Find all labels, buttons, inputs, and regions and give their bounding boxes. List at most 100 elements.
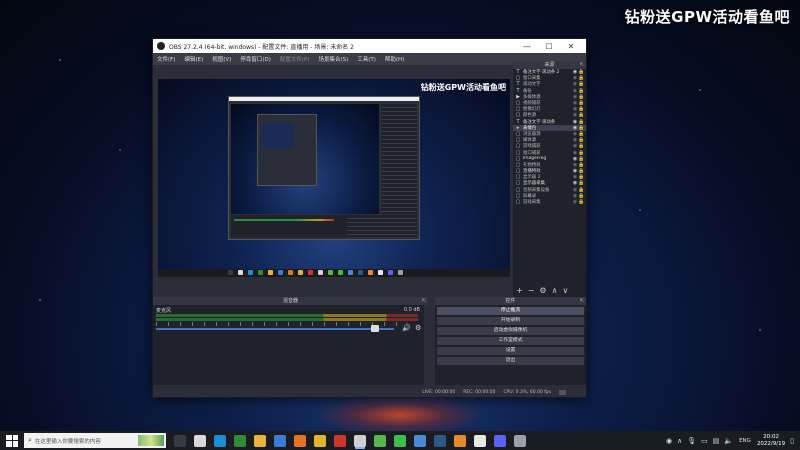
eye-icon[interactable]: ◉ [572, 137, 578, 143]
obs-preview[interactable]: 钻粉送GPW活动看鱼吧 [158, 79, 510, 277]
source-item[interactable]: ▢ 礼物特效 ◉ 🔒 [513, 162, 586, 168]
source-item[interactable]: ▢ 显示器采集 ◉ 🔒 [513, 180, 586, 186]
lock-icon[interactable]: 🔒 [578, 168, 584, 174]
source-item[interactable]: ▢ 显示器 2 ◉ 🔒 [513, 174, 586, 180]
eye-icon[interactable]: ◉ [572, 162, 578, 168]
speaker-icon[interactable]: 🔊 [402, 324, 411, 332]
menu-item-0[interactable]: 文件(F) [157, 55, 175, 63]
lock-icon[interactable]: 🔒 [578, 174, 584, 180]
lock-icon[interactable]: 🔒 [578, 106, 584, 112]
lock-icon[interactable]: 🔒 [578, 94, 584, 100]
source-item[interactable]: ▢ 游戏采集 ◉ 🔒 [513, 199, 586, 205]
eye-icon[interactable]: ◉ [572, 100, 578, 106]
eye-icon[interactable]: ◉ [572, 94, 578, 100]
menu-item-7[interactable]: 帮助(H) [385, 55, 404, 63]
menu-item-4[interactable]: 配置文件(P) [280, 55, 310, 63]
store-icon[interactable] [274, 434, 286, 447]
volume-slider-handle[interactable] [370, 325, 379, 332]
maximize-button[interactable]: ☐ [538, 42, 560, 51]
menu-item-3[interactable]: 停靠窗口(D) [240, 55, 271, 63]
lock-icon[interactable]: 🔒 [578, 75, 584, 81]
app-green-icon[interactable] [374, 434, 386, 447]
lock-icon[interactable]: 🔒 [578, 199, 584, 205]
lock-icon[interactable]: 🔒 [578, 69, 584, 75]
lock-icon[interactable]: 🔒 [578, 143, 584, 149]
lock-icon[interactable]: 🔒 [578, 88, 584, 94]
obs-active-icon[interactable] [354, 434, 366, 447]
app-white-icon[interactable] [474, 434, 486, 447]
eye-icon[interactable]: ◉ [572, 131, 578, 137]
mixer-dock-icon[interactable]: ⇱ [422, 297, 426, 305]
controls-dock-icon[interactable]: ⇱ [580, 297, 584, 305]
network-icon[interactable]: ▤ [713, 437, 720, 445]
source-item[interactable]: ▢ 直播特效 ◉ 🔒 [513, 168, 586, 174]
volume-slider[interactable] [156, 328, 394, 330]
control-button-2[interactable]: 启动虚拟摄像机 [437, 327, 584, 335]
control-button-5[interactable]: 退出 [437, 357, 584, 365]
eye-icon[interactable]: ◉ [572, 193, 578, 199]
lock-icon[interactable]: 🔒 [578, 131, 584, 137]
chevron-up-icon[interactable]: ∧ [677, 437, 682, 445]
lock-icon[interactable]: 🔒 [578, 193, 584, 199]
lock-icon[interactable]: 🔒 [578, 187, 584, 193]
source-item[interactable]: T 备份 ◉ 🔒 [513, 88, 586, 94]
discord-icon[interactable] [494, 434, 506, 447]
lock-icon[interactable]: 🔒 [578, 81, 584, 87]
steam-icon[interactable] [434, 434, 446, 447]
eye-icon[interactable]: ◉ [572, 199, 578, 205]
add-source-button[interactable]: + [516, 286, 523, 295]
eye-icon[interactable]: ◉ [572, 150, 578, 156]
menu-item-1[interactable]: 编辑(E) [184, 55, 203, 63]
control-button-1[interactable]: 开始录制 [437, 317, 584, 325]
app-orange2-icon[interactable] [454, 434, 466, 447]
app-red-icon[interactable] [334, 434, 346, 447]
microphone-icon[interactable]: 🎙 [687, 437, 696, 445]
menu-item-5[interactable]: 场景集合(S) [318, 55, 348, 63]
source-item[interactable]: ▢ 图像幻灯 ◉ 🔒 [513, 106, 586, 112]
lock-icon[interactable]: 🔒 [578, 137, 584, 143]
wechat-icon[interactable] [394, 434, 406, 447]
eye-icon[interactable]: ◉ [572, 187, 578, 193]
chrome-icon[interactable] [314, 434, 326, 447]
source-item[interactable]: ▢ 窗口采集 ◉ 🔒 [513, 75, 586, 81]
source-item[interactable]: ▢ 视频捕获 ◉ 🔒 [513, 100, 586, 106]
folder-icon[interactable] [254, 434, 266, 447]
source-item[interactable]: ▢ ImageFrog ◉ 🔒 [513, 156, 586, 162]
lock-icon[interactable]: 🔒 [578, 125, 584, 131]
battery-icon[interactable]: ▭ [701, 437, 708, 445]
remove-source-button[interactable]: − [528, 286, 535, 295]
control-button-3[interactable]: 工作室模式 [437, 337, 584, 345]
taskbar-clock[interactable]: 20:02 2022/9/19 [757, 434, 785, 448]
source-properties-button[interactable]: ⚙ [539, 286, 546, 295]
source-item[interactable]: ▢ 屏幕录 ◉ 🔒 [513, 193, 586, 199]
lock-icon[interactable]: 🔒 [578, 100, 584, 106]
mixer-scrollbar[interactable] [424, 305, 428, 385]
input-language[interactable]: ENG [739, 438, 751, 444]
eye-icon[interactable]: ◉ [572, 143, 578, 149]
lock-icon[interactable]: 🔒 [578, 162, 584, 168]
app-gear-icon[interactable] [514, 434, 526, 447]
obs-icon[interactable] [194, 434, 206, 447]
move-down-button[interactable]: ∨ [562, 286, 568, 295]
app-orange-icon[interactable] [294, 434, 306, 447]
source-item[interactable]: ▢ 颜色源 ◉ 🔒 [513, 112, 586, 118]
lock-icon[interactable]: 🔒 [578, 180, 584, 186]
source-item[interactable]: ▸ 表情包 ◉ 🔒 [513, 124, 586, 131]
source-item[interactable]: ▢ 窗口捕获 ◉ 🔒 [513, 149, 586, 156]
lock-icon[interactable]: 🔒 [578, 150, 584, 156]
source-item[interactable]: T 备注文字·滚动条 ◉ 🔒 [513, 119, 586, 125]
notification-icon[interactable]: ▯ [790, 437, 794, 445]
lock-icon[interactable]: 🔒 [578, 119, 584, 125]
sources-dock-icon[interactable]: ⇱ [580, 61, 584, 69]
menu-item-6[interactable]: 工具(T) [357, 55, 376, 63]
close-button[interactable]: ✕ [560, 42, 582, 51]
eye-icon[interactable]: ◉ [572, 174, 578, 180]
task-view-icon[interactable] [174, 434, 186, 447]
source-item[interactable]: ▢ 音频采集设备 ◉ 🔒 [513, 187, 586, 193]
control-button-4[interactable]: 设置 [437, 347, 584, 355]
eye-icon[interactable]: ◉ [572, 81, 578, 87]
source-item[interactable]: ▶ 多媒体源 ◉ 🔒 [513, 94, 586, 100]
volume-icon[interactable]: 🔈 [724, 437, 733, 445]
edge-icon[interactable] [214, 434, 226, 447]
source-item[interactable]: ▢ 媒体源 ◉ 🔒 [513, 137, 586, 143]
